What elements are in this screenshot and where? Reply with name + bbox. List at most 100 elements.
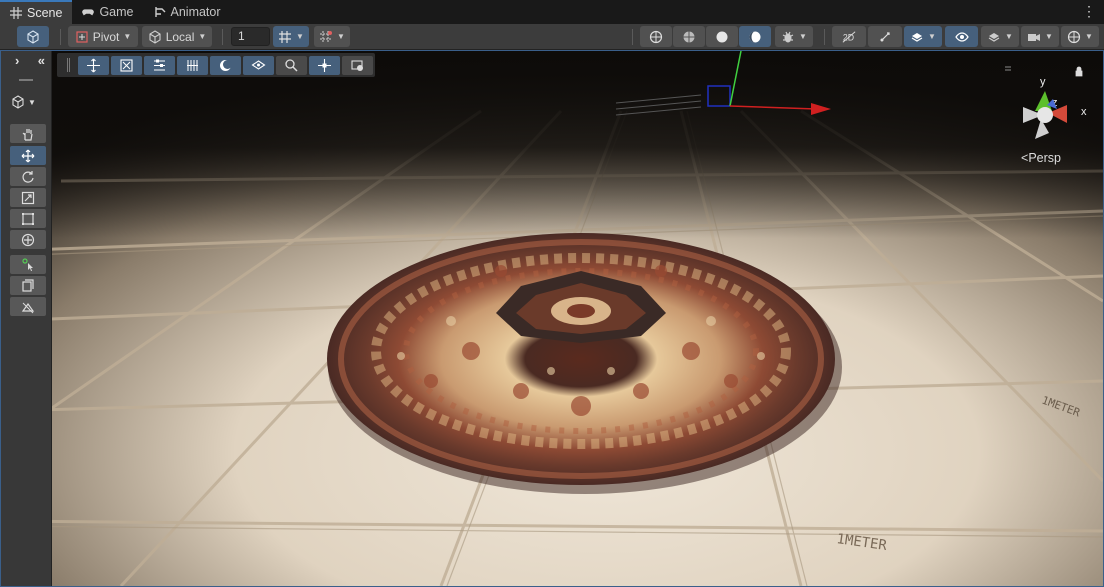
surface-snap-icon [251,59,266,70]
toolbar-separator [824,29,825,45]
transform-icon [21,233,35,246]
toolbar-separator [222,29,223,45]
camera-icon [1028,33,1041,41]
component-tool-icon [22,278,34,292]
rect-transform-icon [22,212,34,225]
view-options-dropdown[interactable]: ▼ [11,95,36,109]
shaded-button[interactable] [706,26,738,47]
lit-button[interactable] [739,26,771,47]
moon-icon [220,59,232,71]
round-rug[interactable] [327,233,842,494]
overlay-grip[interactable] [67,58,70,72]
pivot-icon [76,30,88,43]
move-snap-icon [87,58,100,72]
rotation-snap-button[interactable] [210,55,241,75]
component-tool-button[interactable] [10,276,46,295]
increment-snap-toggle[interactable]: ▼ [314,26,350,47]
align-button[interactable] [144,55,175,75]
pivot-dropdown[interactable]: Pivot ▼ [68,26,138,47]
rotate-tool-button[interactable] [10,167,46,186]
pivot-snap-icon [318,58,331,72]
camera-view-button[interactable] [342,55,373,75]
scene-toolbar: Pivot ▼ Local ▼ 1 ▼ ▼ ▼ 2D ▼ [0,24,1104,50]
draw-mode-button[interactable] [17,26,49,47]
frame-selected-button[interactable] [276,55,307,75]
chevron-down-icon: ▼ [28,97,36,107]
layers-icon [988,32,1000,42]
tab-bar: Scene Game Animator ⋮ [0,0,1104,24]
grid-snap-toggle[interactable]: ▼ [273,26,309,47]
space-dropdown[interactable]: Local ▼ [142,26,212,47]
scale-tool-button[interactable] [10,188,46,207]
move-tool-button[interactable] [10,146,46,165]
expand-icon[interactable]: › [15,53,19,68]
layers-dropdown[interactable]: ▼ [981,26,1019,47]
lighting-toggle-button[interactable] [868,26,902,47]
pivot-label: Pivot [92,29,120,44]
sphere-icon [716,31,728,42]
toolbar-separator [632,29,633,45]
globe-icon [649,30,663,43]
pivot-snap-button[interactable] [309,55,340,75]
tools-panel-header: › « [1,51,51,69]
increment-snap-icon [320,30,333,43]
more-options-icon[interactable]: ⋮ [1082,4,1096,18]
chevron-down-icon: ▼ [1085,32,1093,41]
gizmo-y-label: y [1040,76,1046,88]
snap-move-button[interactable] [78,55,109,75]
rect-tool-button[interactable] [10,209,46,228]
gizmos-dropdown[interactable]: ▼ [1061,26,1099,47]
chevron-down-icon: ▼ [928,32,936,41]
gamepad-icon [82,9,95,16]
grid-align-icon [187,59,198,71]
space-label: Local [165,29,195,44]
transform-tool-button[interactable] [10,230,46,249]
tab-animator[interactable]: Animator [144,0,231,24]
snap-increment-field[interactable]: 1 [231,27,270,46]
chevron-down-icon: ▼ [799,32,807,41]
collapse-icon[interactable]: « [38,53,45,68]
chevron-down-icon: ▼ [123,32,132,41]
probe-tool-button[interactable] [10,297,46,316]
chevron-down-icon: ▼ [198,32,207,41]
camera-eye-icon [351,59,363,71]
chevron-down-icon: ▼ [1005,32,1013,41]
probe-icon [21,302,35,313]
lock-icon [1075,66,1083,77]
2d-toggle-button[interactable]: 2D [832,26,866,47]
shaded-wireframe-button[interactable] [673,26,705,47]
hand-icon [22,128,33,141]
scene-render: 1METER 1METER [1,51,1103,586]
tab-scene-label: Scene [27,6,63,20]
gizmo-icon [1067,30,1081,43]
debug-draw-mode-dropdown[interactable]: ▼ [775,26,813,47]
hand-tool-button[interactable] [10,124,46,143]
custom-tool-button[interactable] [10,255,46,274]
toolbar-separator [60,29,61,45]
projection-label: Persp [1028,151,1061,165]
align-icon [154,59,165,71]
lit-sphere-icon [749,31,761,42]
animator-icon [154,7,165,17]
vertex-snap-button[interactable] [111,55,142,75]
orientation-gizmo[interactable]: y z x [1005,63,1095,149]
move-arrows-icon [21,149,35,162]
projection-toggle[interactable]: <Persp [1021,151,1061,165]
scene-fx-dropdown[interactable]: ▼ [904,26,942,47]
scene-viewport[interactable]: 1METER 1METER › « ▼ y z x <Persp [0,50,1104,587]
grid-align-button[interactable] [177,55,208,75]
tab-scene[interactable]: Scene [0,0,73,24]
lighting-icon [880,31,890,41]
tab-game[interactable]: Game [72,0,143,24]
tab-game-label: Game [99,5,134,19]
chevron-down-icon: ▼ [1045,32,1053,41]
surface-snap-button[interactable] [243,55,274,75]
scene-visibility-toggle[interactable] [945,26,978,47]
cube-icon [12,95,24,109]
search-icon [285,58,298,72]
draw-center-button[interactable] [640,26,672,47]
vertex-snap-icon [120,58,133,72]
camera-dropdown[interactable]: ▼ [1021,26,1059,47]
bug-icon [782,31,794,42]
tools-grip[interactable] [19,79,33,81]
